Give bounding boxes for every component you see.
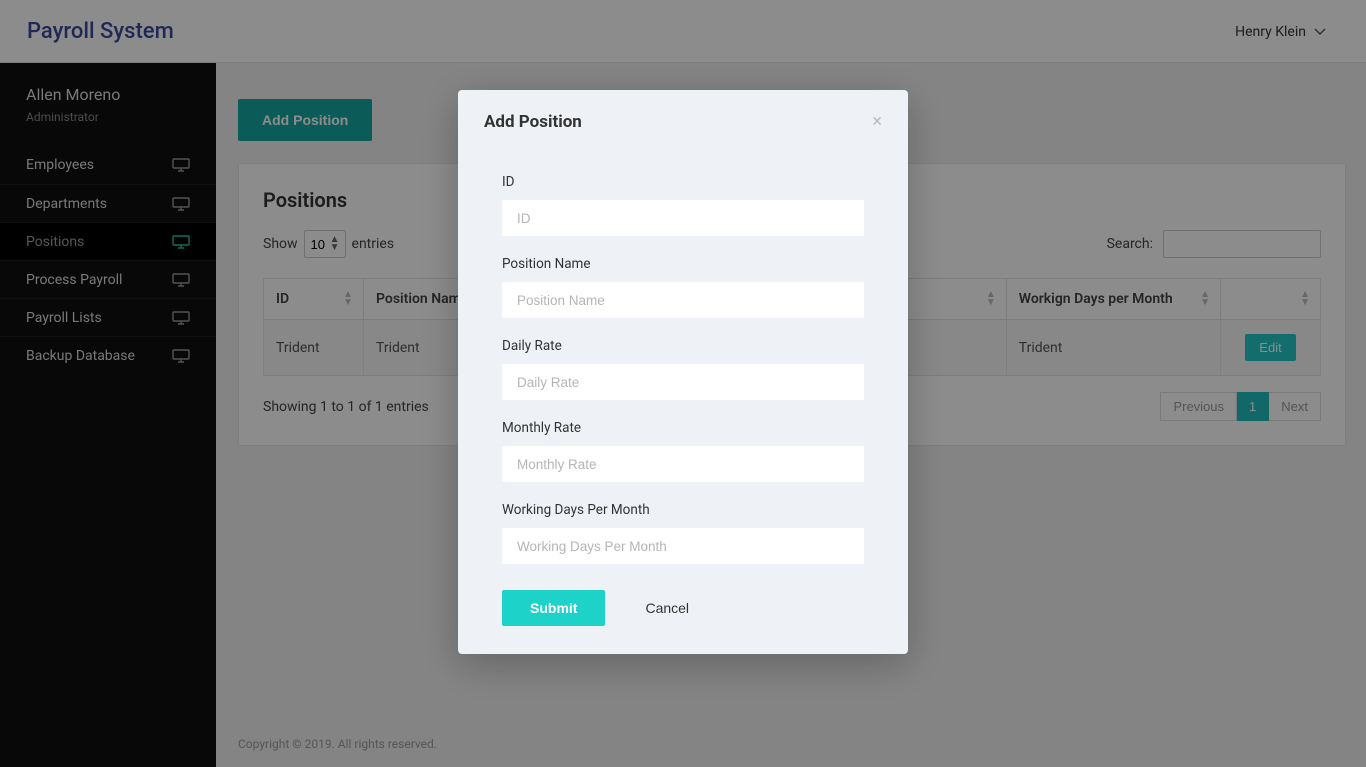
modal-body: ID Position Name Daily Rate Monthly Rate… (458, 154, 908, 654)
close-icon[interactable]: × (872, 113, 882, 131)
label-id: ID (502, 174, 864, 190)
modal-title: Add Position (484, 112, 582, 132)
modal-header: Add Position × (458, 90, 908, 154)
input-daily-rate[interactable] (502, 364, 864, 400)
submit-button[interactable]: Submit (502, 590, 605, 626)
field-working-days: Working Days Per Month (502, 502, 864, 564)
cancel-button[interactable]: Cancel (645, 600, 689, 616)
field-daily-rate: Daily Rate (502, 338, 864, 400)
field-monthly-rate: Monthly Rate (502, 420, 864, 482)
modal-actions: Submit Cancel (502, 590, 864, 626)
label-daily-rate: Daily Rate (502, 338, 864, 354)
input-monthly-rate[interactable] (502, 446, 864, 482)
add-position-modal: Add Position × ID Position Name Daily Ra… (458, 90, 908, 654)
input-id[interactable] (502, 200, 864, 236)
input-working-days[interactable] (502, 528, 864, 564)
field-position-name: Position Name (502, 256, 864, 318)
label-working-days: Working Days Per Month (502, 502, 864, 518)
field-id: ID (502, 174, 864, 236)
label-position-name: Position Name (502, 256, 864, 272)
input-position-name[interactable] (502, 282, 864, 318)
label-monthly-rate: Monthly Rate (502, 420, 864, 436)
